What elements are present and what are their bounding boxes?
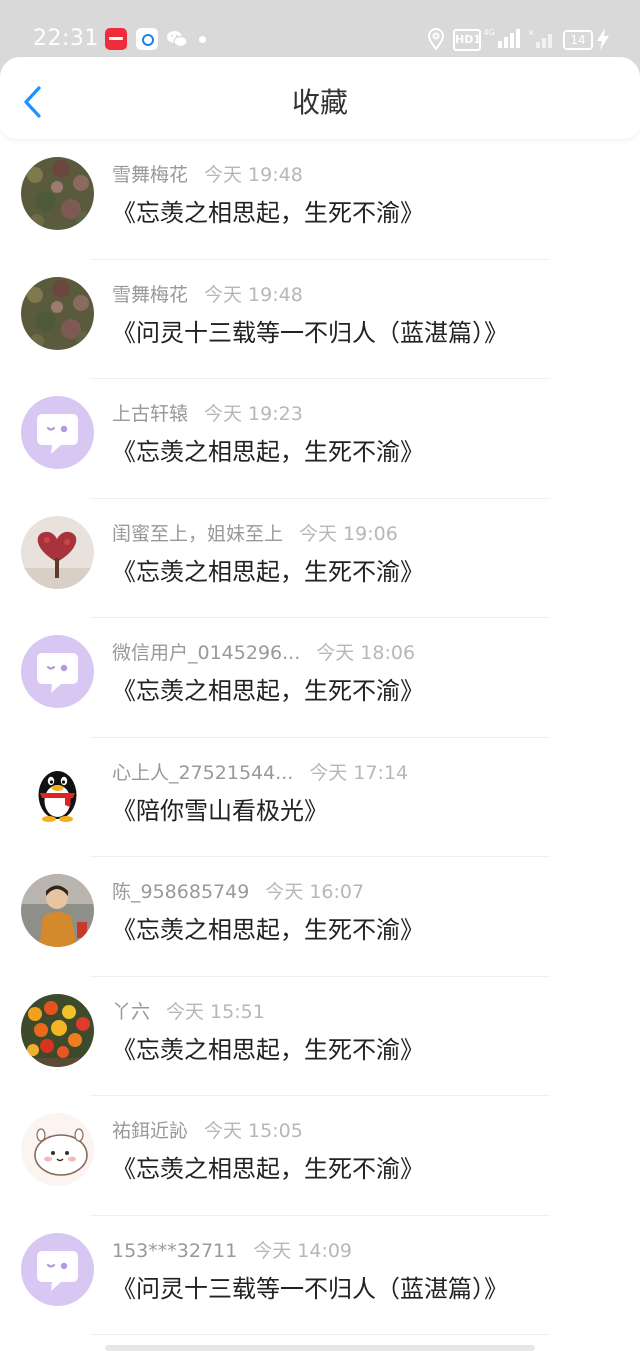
- charging-bolt-icon: [597, 28, 609, 50]
- avatar: [21, 993, 94, 1067]
- item-meta: 陈_958685749 今天 16:07: [112, 879, 364, 905]
- avatar: [21, 276, 94, 350]
- avatar-image: [21, 276, 94, 350]
- item-meta: 闺蜜至上，姐妹至上 今天 19:06: [112, 521, 398, 547]
- bottom-divider: [105, 1345, 535, 1351]
- wifi-icon: ×: [528, 28, 552, 48]
- signal-icon: 4G: [484, 28, 520, 48]
- item-time: 今天 17:14: [309, 761, 409, 784]
- avatar: [21, 754, 94, 828]
- user-name: 心上人_27521544...: [112, 761, 294, 784]
- item-title: 《忘羡之相思起，生死不渝》: [112, 916, 424, 944]
- default-avatar-icon: [21, 396, 94, 469]
- item-meta: 雪舞梅花 今天 19:48: [112, 162, 303, 188]
- default-avatar-icon: [21, 635, 94, 708]
- user-name: 153***32711: [112, 1239, 238, 1262]
- item-time: 今天 16:07: [265, 881, 365, 903]
- item-time: 今天 15:05: [204, 1120, 303, 1142]
- item-title: 《忘羡之相思起，生死不渝》: [112, 1035, 424, 1064]
- default-avatar-icon: [21, 1232, 94, 1306]
- item-meta: 微信用户_0145296... 今天 18:06: [112, 640, 415, 666]
- location-icon: [427, 28, 445, 50]
- item-meta: 上古轩辕 今天 19:23: [112, 401, 303, 427]
- avatar-image: [21, 157, 94, 230]
- list-item[interactable]: 心上人_27521544... 今天 17:14 《陪你雪山看极光》: [0, 738, 640, 857]
- notification-dot-icon: [199, 36, 206, 43]
- svg-text:4G: 4G: [484, 28, 495, 37]
- item-time: 今天 15:51: [166, 1000, 265, 1023]
- item-time: 今天 19:48: [204, 283, 303, 306]
- red-app-icon: [105, 28, 127, 50]
- list-item[interactable]: 雪舞梅花 今天 19:48 《忘羡之相思起，生死不渝》: [0, 140, 640, 260]
- avatar: [21, 1113, 94, 1186]
- avatar: [21, 157, 94, 230]
- svg-text:×: ×: [528, 28, 534, 39]
- user-name: 雪舞梅花: [112, 164, 189, 186]
- item-title: 《忘羡之相思起，生死不渝》: [112, 199, 424, 227]
- user-name: 微信用户_0145296...: [112, 642, 301, 664]
- item-meta: 雪舞梅花 今天 19:48: [112, 282, 303, 308]
- avatar: [21, 635, 94, 708]
- user-name: 祐鉺近訫: [112, 1120, 189, 1142]
- item-time: 今天 14:09: [253, 1239, 353, 1262]
- page-title: 收藏: [291, 86, 348, 119]
- user-name: 闺蜜至上，姐妹至上: [112, 522, 284, 545]
- item-time: 今天 19:06: [299, 522, 398, 545]
- favorites-list: 雪舞梅花 今天 19:48 《忘羡之相思起，生死不渝》 雪舞梅花 今天 19:48 …: [0, 140, 640, 1335]
- item-title: 《忘羡之相思起，生死不渝》: [112, 1155, 424, 1183]
- user-name: 上古轩辕: [112, 403, 189, 425]
- item-time: 今天 19:23: [204, 403, 303, 425]
- divider: [90, 1334, 550, 1335]
- list-item[interactable]: 153***32711 今天 14:09 《问灵十三载等一不归人（蓝湛篇）》: [0, 1216, 640, 1335]
- list-item[interactable]: 上古轩辕 今天 19:23 《忘羡之相思起，生死不渝》: [0, 379, 640, 499]
- item-time: 今天 19:48: [204, 164, 303, 186]
- header-bar: 收藏: [0, 57, 640, 139]
- avatar: [21, 1232, 94, 1306]
- list-item[interactable]: 微信用户_0145296... 今天 18:06 《忘羡之相思起，生死不渝》: [0, 618, 640, 738]
- avatar-image: [21, 993, 94, 1067]
- avatar-image: [21, 515, 94, 589]
- item-title: 《忘羡之相思起，生死不渝》: [112, 438, 424, 466]
- list-item[interactable]: 陈_958685749 今天 16:07 《忘羡之相思起，生死不渝》: [0, 857, 640, 977]
- wechat-icon: [167, 31, 188, 48]
- item-title: 《陪你雪山看极光》: [112, 796, 328, 825]
- avatar-image: [21, 1113, 94, 1186]
- avatar: [21, 515, 94, 589]
- user-name: 雪舞梅花: [112, 283, 189, 306]
- hd-badge: HD1: [453, 29, 481, 51]
- list-item[interactable]: 祐鉺近訫 今天 15:05 《忘羡之相思起，生死不渝》: [0, 1096, 640, 1216]
- avatar: [21, 874, 94, 947]
- user-name: 丫六: [112, 1000, 151, 1023]
- item-meta: 心上人_27521544... 今天 17:14: [112, 760, 408, 786]
- item-time: 今天 18:06: [316, 642, 416, 664]
- avatar-image: [21, 874, 94, 947]
- user-name: 陈_958685749: [112, 881, 250, 903]
- blue-app-icon: [136, 28, 158, 50]
- list-item[interactable]: 雪舞梅花 今天 19:48 《问灵十三载等一不归人（蓝湛篇）》: [0, 260, 640, 379]
- list-item[interactable]: 丫六 今天 15:51 《忘羡之相思起，生死不渝》: [0, 977, 640, 1096]
- item-title: 《忘羡之相思起，生死不渝》: [112, 677, 424, 705]
- list-item[interactable]: 闺蜜至上，姐妹至上 今天 19:06 《忘羡之相思起，生死不渝》: [0, 499, 640, 618]
- item-title: 《问灵十三载等一不归人（蓝湛篇）》: [112, 1274, 508, 1303]
- battery-indicator: 14: [563, 30, 593, 50]
- status-time: 22:31: [33, 26, 99, 51]
- item-meta: 丫六 今天 15:51: [112, 999, 265, 1025]
- item-title: 《问灵十三载等一不归人（蓝湛篇）》: [112, 318, 508, 347]
- qq-penguin-icon: [21, 754, 94, 828]
- item-meta: 祐鉺近訫 今天 15:05: [112, 1118, 303, 1144]
- avatar: [21, 396, 94, 469]
- item-meta: 153***32711 今天 14:09: [112, 1238, 352, 1264]
- item-title: 《忘羡之相思起，生死不渝》: [112, 557, 424, 586]
